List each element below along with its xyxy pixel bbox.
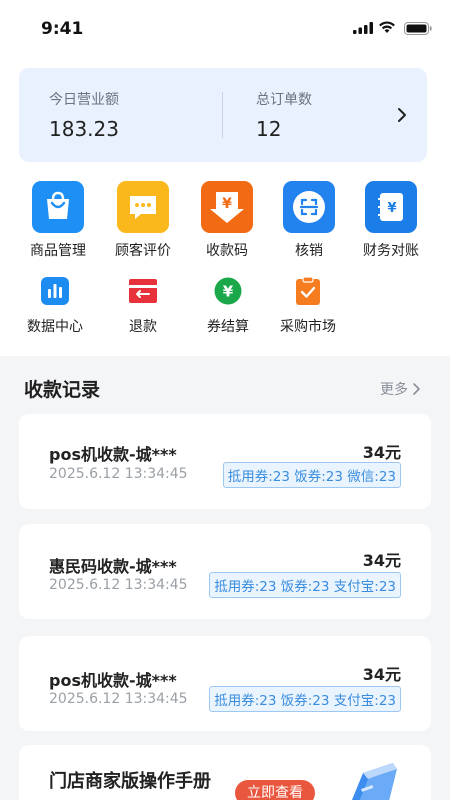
feature-label: 核销	[295, 243, 323, 259]
record-amount: 34元	[362, 665, 401, 684]
record-payment-tags: 抵用券:23 饭券:23 支付宝:23	[209, 572, 401, 598]
feature-verify[interactable]: 核销	[269, 181, 349, 260]
feature-label: 退款	[129, 319, 157, 335]
feature-label: 券结算	[207, 319, 249, 335]
refund-icon	[129, 277, 157, 305]
scan-icon	[283, 181, 335, 233]
record-title: pos机收款-城***	[49, 445, 177, 464]
revenue-stat: 今日营业额 183.23	[49, 68, 219, 162]
manual-banner[interactable]: 门店商家版操作手册 立即查看	[19, 745, 431, 800]
feature-label: 采购市场	[280, 319, 336, 335]
record-amount: 34元	[362, 551, 401, 570]
feature-label: 数据中心	[27, 319, 83, 335]
manual-title: 门店商家版操作手册	[49, 771, 211, 792]
cellular-signal-icon	[353, 22, 373, 34]
clipboard-check-icon	[294, 276, 322, 305]
yen-notebook-icon: ¥	[365, 181, 417, 233]
yen-coin-icon: ¥	[214, 277, 242, 305]
svg-text:¥: ¥	[223, 283, 234, 301]
record-payment-tags: 抵用券:23 饭券:23 微信:23	[222, 462, 401, 488]
feature-label: 商品管理	[30, 243, 86, 259]
chevron-right-icon	[413, 383, 420, 395]
record-card[interactable]: pos机收款-城*** 2025.6.12 13:34:45 34元 抵用券:2…	[19, 414, 431, 509]
feature-finance-reconcile[interactable]: ¥ 财务对账	[351, 181, 431, 260]
orders-stat: 总订单数 12	[256, 68, 386, 162]
stats-divider	[222, 92, 223, 138]
revenue-label: 今日营业额	[49, 92, 119, 108]
feature-data-center[interactable]: 数据中心	[15, 277, 95, 336]
status-bar: 9:41	[0, 0, 450, 58]
orders-label: 总订单数	[256, 92, 312, 108]
stats-card[interactable]: 今日营业额 183.23 总订单数 12	[19, 68, 427, 162]
revenue-value: 183.23	[49, 117, 119, 141]
feature-customer-reviews[interactable]: 顾客评价	[103, 181, 183, 260]
chat-bubble-icon	[117, 181, 169, 233]
view-now-button[interactable]: 立即查看	[235, 780, 315, 800]
record-title: 惠民码收款-城***	[49, 557, 177, 576]
record-payment-tags: 抵用券:23 饭券:23 支付宝:23	[209, 686, 401, 712]
feature-label: 财务对账	[363, 243, 419, 259]
bar-chart-icon	[41, 277, 69, 305]
feature-label: 顾客评价	[115, 243, 171, 259]
orders-value: 12	[256, 117, 282, 141]
battery-icon	[404, 22, 432, 35]
svg-text:¥: ¥	[387, 201, 396, 216]
yen-download-icon: ¥	[201, 181, 253, 233]
wifi-icon	[379, 21, 395, 33]
feature-product-management[interactable]: 商品管理	[18, 181, 98, 260]
more-label: 更多	[380, 382, 408, 398]
feature-purchase-market[interactable]: 采购市场	[268, 276, 348, 336]
book-illustration-icon	[351, 763, 397, 800]
record-date: 2025.6.12 13:34:45	[49, 577, 188, 593]
record-date: 2025.6.12 13:34:45	[49, 691, 188, 707]
record-card[interactable]: 惠民码收款-城*** 2025.6.12 13:34:45 34元 抵用券:23…	[19, 524, 431, 619]
status-time: 9:41	[41, 19, 84, 39]
shopping-bag-icon	[32, 181, 84, 233]
record-card[interactable]: pos机收款-城*** 2025.6.12 13:34:45 34元 抵用券:2…	[19, 636, 431, 731]
feature-coupon-settlement[interactable]: ¥ 券结算	[188, 277, 268, 336]
record-date: 2025.6.12 13:34:45	[49, 466, 188, 482]
record-amount: 34元	[362, 443, 401, 462]
record-title: pos机收款-城***	[49, 671, 177, 690]
records-more-link[interactable]: 更多	[380, 379, 421, 399]
chevron-right-icon[interactable]	[396, 106, 408, 124]
feature-payment-code[interactable]: ¥ 收款码	[187, 181, 267, 260]
svg-text:¥: ¥	[222, 196, 232, 212]
records-title: 收款记录	[24, 379, 101, 401]
feature-refund[interactable]: 退款	[103, 277, 183, 336]
feature-label: 收款码	[206, 243, 248, 259]
